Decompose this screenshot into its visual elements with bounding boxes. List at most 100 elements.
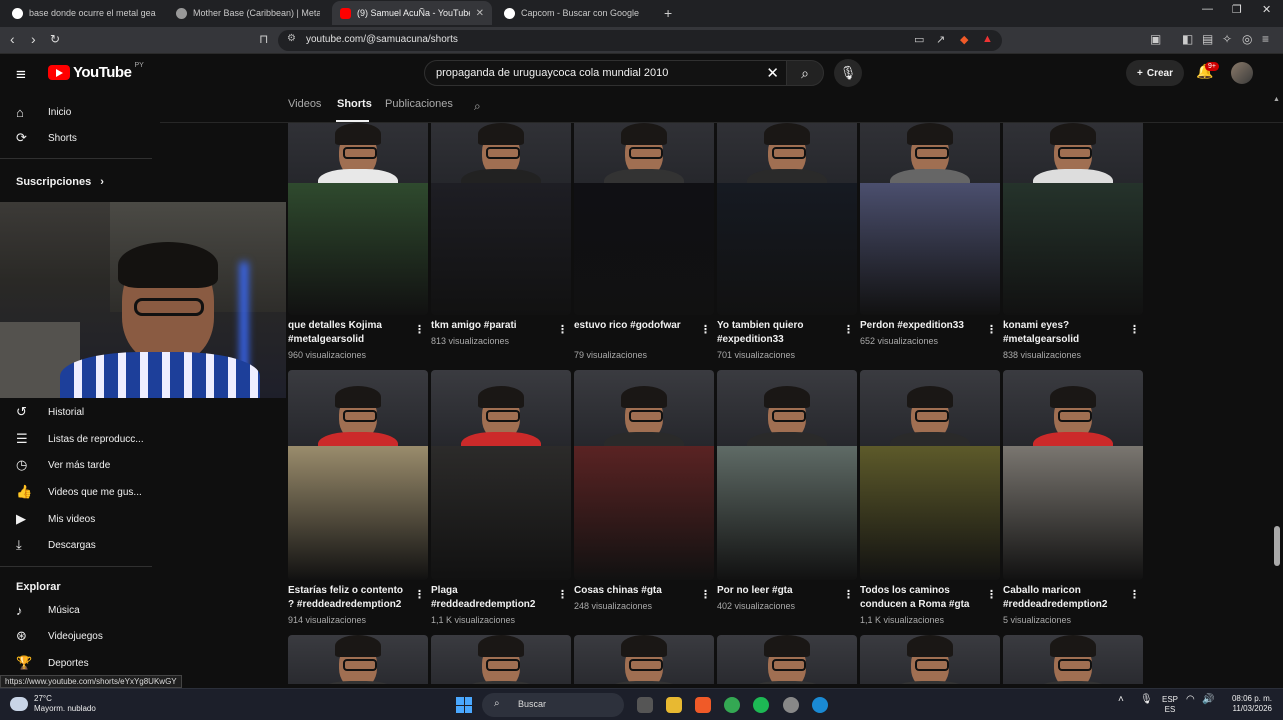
short-thumbnail[interactable] — [717, 370, 857, 580]
window-close-icon[interactable]: ✕ — [1262, 3, 1271, 16]
cast-icon[interactable]: ▭ — [914, 33, 924, 46]
close-tab-icon[interactable]: ✕ — [476, 8, 484, 19]
short-title[interactable]: konami eyes? #metalgearsolid — [1003, 319, 1123, 347]
file-explorer-icon[interactable] — [666, 697, 682, 713]
more-options-icon[interactable]: ⋮ — [986, 588, 997, 601]
reload-icon[interactable]: ↻ — [50, 32, 60, 46]
sidebar-item-liked[interactable]: 👍 Videos que me gus... — [0, 479, 160, 505]
more-options-icon[interactable]: ⋮ — [700, 588, 711, 601]
short-thumbnail[interactable] — [1003, 123, 1143, 315]
sidebar-item-my-videos[interactable]: ▶ Mis videos — [0, 506, 160, 532]
short-title[interactable]: tkm amigo #parati — [431, 319, 551, 333]
short-title[interactable]: Estarías feliz o contento ? #reddeadrede… — [288, 584, 408, 612]
hamburger-menu-icon[interactable]: ≡ — [16, 65, 26, 85]
sidebar-item-watch-later[interactable]: ◷ Ver más tarde — [0, 452, 160, 478]
short-thumbnail[interactable] — [288, 370, 428, 580]
more-options-icon[interactable]: ⋮ — [843, 323, 854, 336]
windows-start-icon[interactable] — [456, 697, 472, 713]
short-thumbnail[interactable] — [1003, 370, 1143, 580]
scrollbar-thumb[interactable] — [1274, 526, 1280, 566]
short-thumbnail[interactable] — [574, 635, 714, 684]
more-options-icon[interactable]: ⋮ — [700, 323, 711, 336]
sidebar-item-downloads[interactable]: ⤓ Descargas — [0, 532, 160, 558]
short-thumbnail[interactable] — [288, 123, 428, 315]
short-thumbnail[interactable] — [717, 123, 857, 315]
brave-rewards-icon[interactable]: ▲ — [982, 33, 993, 45]
more-options-icon[interactable]: ⋮ — [843, 588, 854, 601]
browser-tab[interactable]: Mother Base (Caribbean) | Metal Gea — [168, 1, 328, 25]
tab-shorts[interactable]: Shorts — [337, 98, 372, 110]
voice-search-button[interactable]: 🎙 — [834, 59, 862, 87]
short-title[interactable]: Plaga #reddeadredemption2 — [431, 584, 551, 612]
language-indicator[interactable]: ESP ES — [1162, 695, 1178, 715]
leo-ai-icon[interactable]: ✧ — [1222, 32, 1232, 46]
browser-tab[interactable]: base donde ocurre el metal gear 2 s — [4, 1, 164, 25]
short-thumbnail[interactable] — [574, 123, 714, 315]
short-title[interactable]: Cosas chinas #gta — [574, 584, 694, 598]
more-options-icon[interactable]: ⋮ — [414, 323, 425, 336]
url-bar[interactable]: ⚙ youtube.com/@samuacuna/shorts ▭ ↗ ◆ ▲ — [278, 30, 1002, 51]
short-title[interactable]: que detalles Kojima #metalgearsolid — [288, 319, 408, 347]
short-title[interactable]: Todos los caminos conducen a Roma #gta — [860, 584, 980, 612]
sidebar-item-music[interactable]: ♪ Música — [0, 597, 160, 623]
tab-publicaciones[interactable]: Publicaciones — [385, 98, 453, 110]
vpn-icon[interactable]: ◎ — [1242, 32, 1252, 46]
scroll-up-icon[interactable]: ▲ — [1273, 96, 1280, 103]
short-thumbnail[interactable] — [574, 370, 714, 580]
maximize-icon[interactable]: ❐ — [1232, 3, 1242, 16]
brave-icon[interactable] — [695, 697, 711, 713]
clear-search-icon[interactable]: ✕ — [766, 64, 779, 82]
tray-chevron-icon[interactable]: ˄ — [1118, 695, 1124, 705]
browser-tab[interactable]: Capcom - Buscar con Google — [496, 1, 656, 25]
short-thumbnail[interactable] — [288, 635, 428, 684]
weather-widget[interactable]: 27°C Mayorm. nublado — [10, 694, 96, 714]
new-tab-button[interactable]: + — [664, 5, 672, 21]
more-options-icon[interactable]: ⋮ — [557, 588, 568, 601]
chrome-icon[interactable] — [724, 697, 740, 713]
more-options-icon[interactable]: ⋮ — [557, 323, 568, 336]
short-title[interactable]: Por no leer #gta — [717, 584, 837, 598]
short-thumbnail[interactable] — [860, 123, 1000, 315]
create-button[interactable]: + Crear — [1126, 60, 1184, 86]
sidebar-item-sports[interactable]: 🏆 Deportes — [0, 650, 160, 676]
short-thumbnail[interactable] — [860, 370, 1000, 580]
short-title[interactable]: Perdon #expedition33 — [860, 319, 980, 333]
menu-icon[interactable]: ≡ — [1262, 32, 1269, 46]
short-title[interactable]: Caballo maricon #reddeadredemption2 — [1003, 584, 1123, 612]
clock[interactable]: 08:06 p. m. 11/03/2026 — [1226, 694, 1272, 714]
bookmark-icon[interactable]: ⊓ — [259, 32, 268, 46]
microphone-icon[interactable]: 🎙 — [1140, 695, 1153, 705]
task-view-icon[interactable] — [637, 697, 653, 713]
sidebar-icon[interactable]: ◧ — [1182, 32, 1193, 46]
back-icon[interactable]: ‹ — [10, 31, 15, 47]
scrollbar[interactable]: ▲ — [1272, 94, 1282, 684]
forward-icon[interactable]: › — [31, 31, 36, 47]
search-button[interactable]: ⌕ — [786, 60, 824, 86]
youtube-logo[interactable]: YouTube PY — [48, 62, 144, 81]
short-thumbnail[interactable] — [431, 370, 571, 580]
share-icon[interactable]: ↗ — [936, 33, 945, 46]
sidebar-item-historial[interactable]: ↺ Historial — [0, 399, 160, 425]
short-title[interactable]: Yo tambien quiero #expedition33 — [717, 319, 837, 347]
more-options-icon[interactable]: ⋮ — [1129, 323, 1140, 336]
sidebar-item-shorts[interactable]: ⟳ Shorts — [0, 125, 160, 151]
edge-icon[interactable] — [812, 697, 828, 713]
app-icon[interactable] — [783, 697, 799, 713]
sidebar-item-playlists[interactable]: ☰ Listas de reproducc... — [0, 426, 160, 452]
sidebar-item-inicio[interactable]: ⌂ Inicio — [0, 99, 160, 125]
tab-videos[interactable]: Videos — [288, 98, 321, 110]
more-options-icon[interactable]: ⋮ — [414, 588, 425, 601]
short-title[interactable]: estuvo rico #godofwar — [574, 319, 694, 333]
site-info-icon[interactable]: ⚙ — [287, 33, 296, 44]
taskbar-search[interactable]: ⌕ Buscar — [482, 693, 624, 717]
short-thumbnail[interactable] — [431, 635, 571, 684]
sidebar-item-gaming[interactable]: ⊛ Videojuegos — [0, 623, 160, 649]
search-input[interactable]: propaganda de uruguaycoca cola mundial 2… — [424, 60, 790, 86]
more-options-icon[interactable]: ⋮ — [986, 323, 997, 336]
spotify-icon[interactable] — [753, 697, 769, 713]
short-thumbnail[interactable] — [860, 635, 1000, 684]
minimize-icon[interactable]: — — [1202, 3, 1213, 15]
wallet-icon[interactable]: ▤ — [1202, 32, 1213, 46]
browser-tab-active[interactable]: (9) Samuel AcuÑa - YouTube ✕ — [332, 1, 492, 25]
wifi-icon[interactable]: ◠ — [1186, 695, 1195, 705]
